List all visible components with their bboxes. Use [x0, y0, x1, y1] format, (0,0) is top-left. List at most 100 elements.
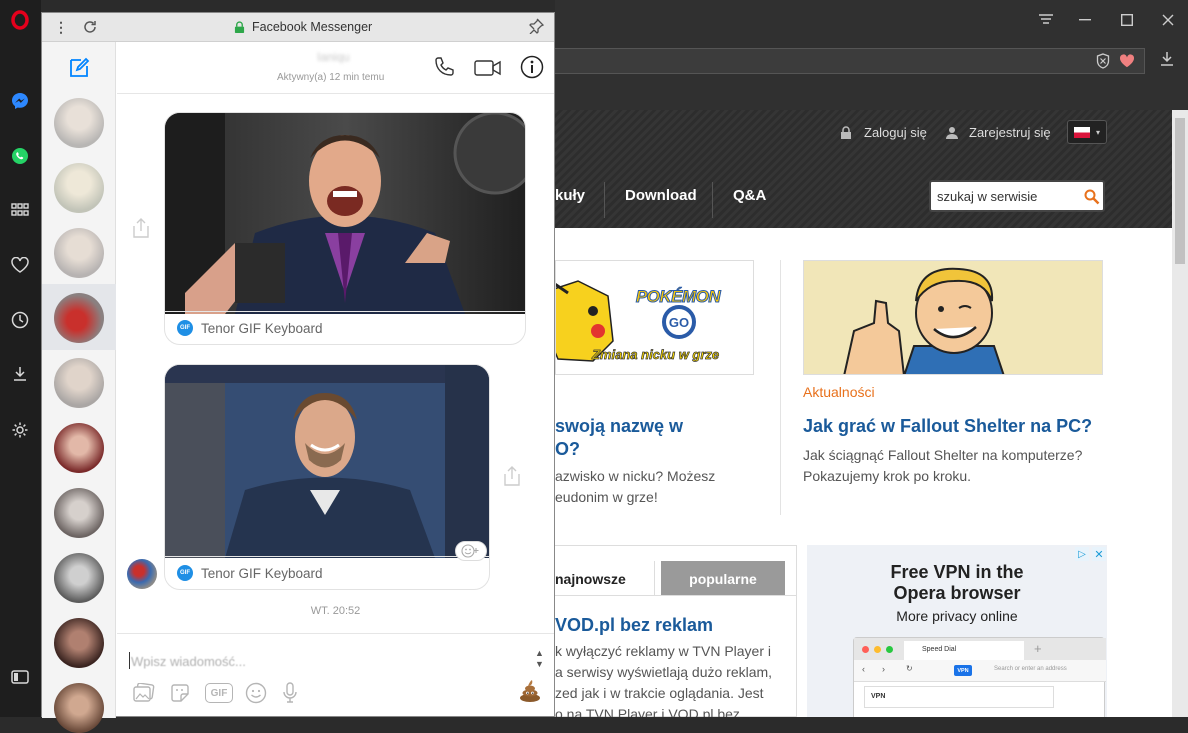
gif-message[interactable]: GIF Tenor GIF Keyboard — [164, 112, 526, 345]
contact-name[interactable]: Ianiqu — [317, 50, 350, 64]
pokemon-go-logo: POKÉMON — [635, 287, 721, 307]
language-select[interactable]: ▾ — [1067, 120, 1107, 144]
contact-avatar[interactable] — [54, 553, 104, 603]
tab-row — [555, 80, 1188, 110]
sender-avatar[interactable] — [127, 559, 157, 589]
share-icon[interactable] — [502, 465, 522, 492]
left-article-text-2: eudonim w grze! — [555, 489, 658, 505]
site-search-box[interactable]: szukaj w serwisie — [929, 180, 1105, 212]
info-icon[interactable] — [520, 55, 544, 84]
easy-setup-icon[interactable] — [1035, 9, 1057, 31]
nav-separator — [604, 182, 605, 218]
pokemon-article-image[interactable]: POKÉMON GO Zmiana nicku w grze — [555, 260, 754, 375]
gif-source-footer[interactable]: GIF Tenor GIF Keyboard — [165, 311, 525, 344]
left-article-title-2[interactable]: O? — [555, 439, 580, 460]
mockup-reload-icon: ↻ — [906, 664, 913, 673]
more-options-icon[interactable]: ⋮ — [54, 19, 68, 36]
gif-image-excited-man — [165, 113, 525, 314]
adblock-shield-icon[interactable] — [1096, 53, 1110, 74]
vault-boy-image — [804, 261, 1102, 374]
microphone-icon[interactable] — [279, 682, 301, 704]
address-bar-row — [555, 42, 1188, 80]
lock-icon — [841, 125, 851, 139]
messenger-panel: ⋮ Facebook Messenger Ianiqu Aktywny(a) 1… — [41, 12, 555, 733]
left-article-title-1[interactable]: swoją nazwę w — [555, 416, 683, 437]
video-call-icon[interactable] — [474, 59, 502, 82]
reload-icon[interactable] — [82, 19, 98, 40]
close-window-icon[interactable] — [1157, 9, 1179, 31]
tab-newest[interactable]: najnowsze — [555, 561, 655, 595]
mockup-tab: Speed Dial — [904, 641, 1024, 660]
text-cursor — [129, 652, 130, 669]
vod-line-3: zed jak i w trakcie oglądania. Jest — [555, 685, 764, 701]
contact-avatar[interactable] — [54, 488, 104, 538]
emoji-icon[interactable] — [245, 682, 267, 704]
gif-message[interactable]: GIF Tenor GIF Keyboard — [164, 364, 490, 590]
contact-avatar[interactable] — [54, 358, 104, 408]
sticker-icon[interactable] — [169, 682, 191, 704]
tab-popular[interactable]: popularne — [661, 561, 785, 595]
pin-icon[interactable] — [528, 18, 545, 39]
poop-emoji-send-button[interactable] — [517, 678, 543, 704]
address-bar[interactable] — [555, 48, 1145, 74]
right-article-title[interactable]: Jak grać w Fallout Shelter na PC? — [803, 416, 1092, 437]
maximize-icon[interactable] — [1116, 9, 1138, 31]
input-scroll-arrows[interactable]: ▲ ▼ — [535, 648, 544, 670]
tenor-gif-icon: GIF — [177, 320, 193, 336]
nav-item-download[interactable]: Download — [625, 187, 697, 204]
fallout-article-image[interactable] — [803, 260, 1103, 375]
ad-subline: More privacy online — [896, 608, 1018, 624]
mockup-dot — [886, 646, 893, 653]
add-reaction-button[interactable] — [455, 541, 487, 561]
messenger-icon[interactable] — [8, 89, 32, 113]
bookmark-heart-icon[interactable] — [1119, 54, 1135, 73]
gif-source-footer[interactable]: GIF Tenor GIF Keyboard — [165, 556, 489, 589]
message-composer: Wpisz wiadomość... ▲ ▼ GIF — [117, 633, 554, 718]
register-link[interactable]: Zarejestruj się — [945, 125, 1051, 140]
speed-dial-icon[interactable] — [8, 198, 32, 222]
ad-headline-1: Free VPN in the — [890, 562, 1024, 582]
search-icon[interactable] — [1084, 189, 1100, 205]
gif-source-label: Tenor GIF Keyboard — [201, 320, 323, 336]
whatsapp-icon[interactable] — [8, 144, 32, 168]
contact-avatar[interactable] — [54, 293, 104, 343]
contact-avatar[interactable] — [54, 423, 104, 473]
contact-avatar[interactable] — [54, 163, 104, 213]
nav-item-qa[interactable]: Q&A — [733, 187, 766, 204]
share-icon[interactable] — [131, 217, 151, 244]
login-link[interactable]: Zaloguj się — [840, 125, 927, 140]
contact-avatar[interactable] — [54, 618, 104, 668]
gif-button[interactable]: GIF — [205, 683, 233, 703]
settings-gear-icon[interactable] — [8, 418, 32, 442]
ad-choices-icon[interactable]: ▷ ✕ — [1075, 547, 1106, 561]
sidebar-toggle-icon[interactable] — [8, 665, 32, 689]
mockup-forward-icon: › — [882, 664, 885, 674]
contact-avatar[interactable] — [54, 98, 104, 148]
new-message-icon[interactable] — [42, 42, 116, 94]
opera-logo-icon[interactable] — [8, 8, 32, 32]
nav-item-articles[interactable]: kuły — [555, 187, 585, 204]
opera-sidebar — [0, 0, 41, 717]
scrollbar-thumb[interactable] — [1175, 118, 1185, 264]
right-article-text-2: Pokazujemy krok po kroku. — [803, 468, 972, 484]
voice-call-icon[interactable] — [433, 56, 455, 83]
nav-separator — [712, 182, 713, 218]
contact-avatar[interactable] — [54, 683, 104, 733]
heart-icon[interactable] — [8, 253, 32, 277]
vod-article-title[interactable]: VOD.pl bez reklam — [555, 615, 713, 636]
minimize-icon[interactable] — [1074, 9, 1096, 31]
mockup-new-tab-icon: + — [1034, 641, 1042, 656]
messenger-title-text: Facebook Messenger — [252, 20, 373, 34]
download-icon[interactable] — [1159, 51, 1175, 72]
article-category[interactable]: Aktualności — [803, 384, 875, 400]
site-header: Zaloguj się Zarejestruj się ▾ kuły Downl… — [555, 110, 1172, 228]
downloads-icon[interactable] — [8, 362, 32, 386]
site-search-input[interactable]: szukaj w serwisie — [937, 189, 1037, 204]
message-input[interactable]: Wpisz wiadomość... — [131, 654, 246, 669]
history-icon[interactable] — [8, 308, 32, 332]
contact-avatar[interactable] — [54, 228, 104, 278]
page-scrollbar[interactable] — [1172, 110, 1188, 717]
mockup-vpn-panel: VPN — [864, 686, 1054, 708]
vpn-ad[interactable]: ▷ ✕ Free VPN in the Opera browser More p… — [807, 545, 1107, 717]
image-icon[interactable] — [133, 682, 155, 704]
